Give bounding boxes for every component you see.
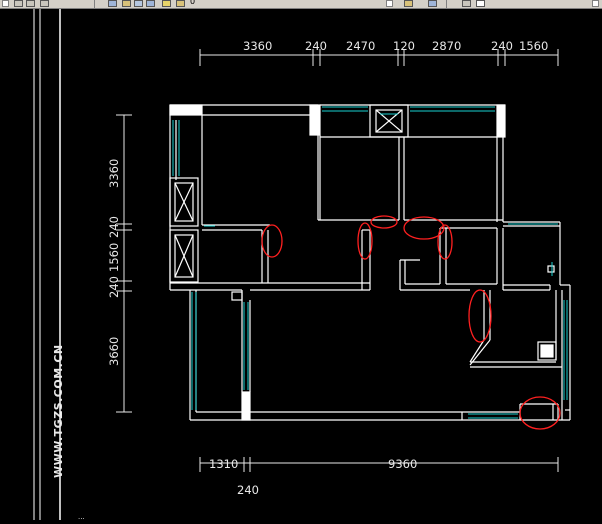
lightbulb-icon[interactable]: [122, 0, 131, 7]
cad-toolbar: 0: [0, 0, 602, 9]
drawing-canvas[interactable]: WWW.TGZS.COM.CN 3360 240 2470 120 2870 2…: [0, 9, 602, 521]
dim-label: 2870: [432, 39, 461, 53]
properties-icon[interactable]: [40, 0, 49, 7]
floor-plan-svg: WWW.TGZS.COM.CN 3360 240 2470 120 2870 2…: [33, 9, 571, 521]
dim-label: 1560: [519, 39, 548, 53]
search-icon[interactable]: [26, 0, 35, 7]
dim-label: 3360: [243, 39, 272, 53]
folder-icon[interactable]: [146, 0, 155, 7]
toolbar-separator: [94, 0, 95, 8]
dim-label: 240: [305, 39, 327, 53]
dim-label: 240: [491, 39, 513, 53]
dropdown-arrow[interactable]: [592, 0, 599, 7]
walls: [169, 104, 571, 421]
layer-dropdown-arrow[interactable]: [386, 0, 393, 7]
bottom-dimension-chain: [199, 457, 559, 472]
dim-label: 240: [107, 276, 121, 298]
markup-circles: [261, 215, 561, 430]
dim-label: 240: [107, 216, 121, 238]
dropdown-arrow[interactable]: [2, 0, 9, 7]
dim-label: 2470: [346, 39, 375, 53]
dim-label: 120: [393, 39, 415, 53]
properties-icon[interactable]: [462, 0, 471, 7]
color-swatch-icon[interactable]: [476, 0, 485, 7]
toolbar-separator: [446, 0, 447, 8]
layer-icon[interactable]: [14, 0, 23, 7]
layer-previous-icon[interactable]: [404, 0, 413, 7]
footer-text: ...: [78, 513, 85, 520]
dim-label: 3660: [107, 337, 121, 366]
color-icon[interactable]: [134, 0, 143, 7]
layers-icon[interactable]: [108, 0, 117, 7]
dim-label: 9360: [388, 457, 417, 471]
dim-label: 1310: [209, 457, 238, 471]
watermark-text: WWW.TGZS.COM.CN: [52, 344, 65, 478]
dim-label: 1560: [107, 243, 121, 272]
dim-label: 240: [237, 483, 259, 497]
layer-value: 0: [190, 0, 196, 6]
layers-icon[interactable]: [428, 0, 437, 7]
lightbulb-icon[interactable]: [162, 0, 171, 7]
dim-label: 3360: [107, 159, 121, 188]
lock-icon[interactable]: [176, 0, 185, 7]
